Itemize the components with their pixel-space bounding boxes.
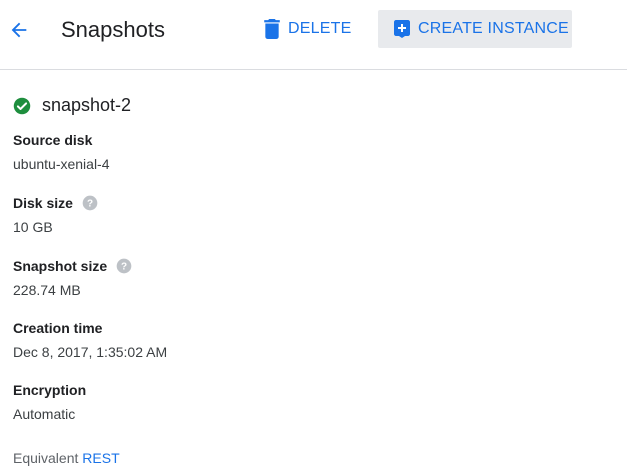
- creation-time-value: Dec 8, 2017, 1:35:02 AM: [13, 344, 168, 360]
- snapshot-title-row: snapshot-2: [13, 95, 131, 116]
- source-disk-value: ubuntu-xenial-4: [13, 156, 110, 172]
- disk-size-field: Disk size ? 10 GB: [13, 193, 98, 237]
- create-instance-label: CREATE INSTANCE: [418, 20, 569, 37]
- svg-text:?: ?: [121, 261, 127, 272]
- equivalent-label: Equivalent: [13, 450, 79, 466]
- svg-text:?: ?: [87, 198, 93, 209]
- encryption-field: Encryption Automatic: [13, 380, 86, 424]
- snapshot-details-page: Snapshots DELETE CREATE INSTANCE snapsho…: [0, 0, 627, 471]
- source-disk-field: Source disk ubuntu-xenial-4: [13, 130, 110, 174]
- snapshot-name: snapshot-2: [42, 95, 132, 115]
- disk-size-value: 10 GB: [13, 219, 53, 235]
- encryption-value: Automatic: [13, 406, 76, 422]
- create-instance-button[interactable]: CREATE INSTANCE: [378, 10, 572, 48]
- header-bar: Snapshots DELETE CREATE INSTANCE: [0, 0, 627, 70]
- equivalent-rest-line: Equivalent REST: [13, 450, 120, 466]
- creation-time-label: Creation time: [13, 320, 103, 336]
- creation-time-field: Creation time Dec 8, 2017, 1:35:02 AM: [13, 318, 167, 362]
- delete-label: DELETE: [288, 20, 352, 37]
- page-title: Snapshots: [61, 17, 165, 42]
- rest-link[interactable]: REST: [82, 450, 119, 466]
- snapshot-size-value: 228.74 MB: [13, 282, 81, 298]
- trash-icon: [264, 19, 280, 39]
- arrow-back-icon: [8, 19, 30, 41]
- check-circle-icon: [13, 97, 31, 115]
- source-disk-label: Source disk: [13, 132, 93, 148]
- help-icon[interactable]: ?: [82, 195, 98, 211]
- encryption-label: Encryption: [13, 382, 87, 398]
- snapshot-size-field: Snapshot size ? 228.74 MB: [13, 256, 132, 300]
- disk-size-label: Disk size: [13, 195, 73, 211]
- snapshot-size-label: Snapshot size: [13, 258, 108, 274]
- delete-button[interactable]: DELETE: [256, 10, 359, 48]
- add-box-icon: [394, 20, 410, 38]
- back-button[interactable]: [4, 15, 34, 45]
- help-icon[interactable]: ?: [116, 258, 132, 274]
